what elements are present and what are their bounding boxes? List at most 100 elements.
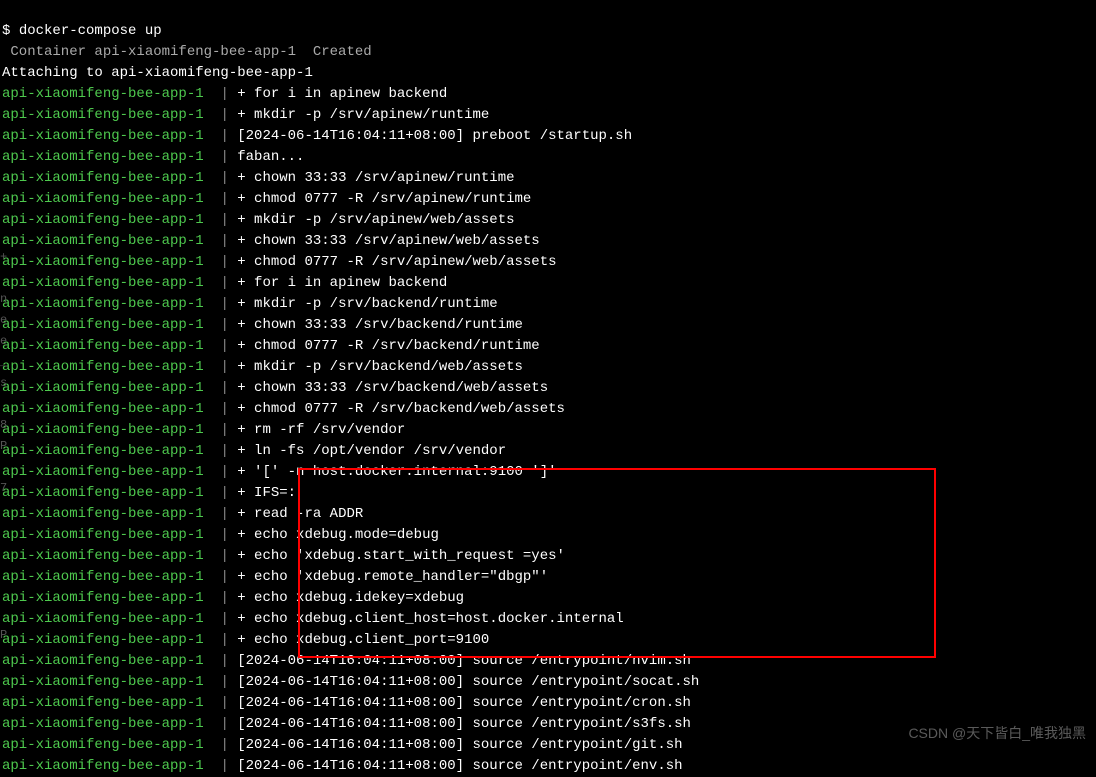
separator: | — [204, 107, 238, 123]
log-line: api-xiaomifeng-bee-app-1 | faban... — [2, 147, 1094, 168]
separator: | — [204, 317, 238, 333]
log-line: api-xiaomifeng-bee-app-1 | + for i in ap… — [2, 273, 1094, 294]
log-line: api-xiaomifeng-bee-app-1 | + chown 33:33… — [2, 378, 1094, 399]
separator: | — [204, 611, 238, 627]
log-content: + echo xdebug.client_port=9100 — [237, 632, 489, 648]
container-name-prefix: api-xiaomifeng-bee-app-1 — [2, 149, 204, 165]
separator: | — [204, 674, 238, 690]
terminal-output[interactable]: $ docker-compose up Container api-xiaomi… — [0, 0, 1096, 777]
separator: | — [204, 380, 238, 396]
sidebar-mark: _ — [0, 352, 7, 373]
container-name-prefix: api-xiaomifeng-bee-app-1 — [2, 107, 204, 123]
watermark: CSDN @天下皆白_唯我独黑 — [908, 723, 1086, 744]
log-line: api-xiaomifeng-bee-app-1 | + chown 33:33… — [2, 168, 1094, 189]
log-content: + chmod 0777 -R /srv/backend/runtime — [237, 338, 539, 354]
sidebar-mark: e — [0, 331, 7, 352]
separator: | — [204, 695, 238, 711]
sidebar-mark: n — [0, 289, 7, 310]
container-name-prefix: api-xiaomifeng-bee-app-1 — [2, 275, 204, 291]
log-line: api-xiaomifeng-bee-app-1 | + chown 33:33… — [2, 231, 1094, 252]
sidebar-mark: 8 — [0, 415, 7, 436]
log-content: [2024-06-14T16:04:11+08:00] source /entr… — [237, 716, 691, 732]
log-line: api-xiaomifeng-bee-app-1 | + echo 'xdebu… — [2, 546, 1094, 567]
log-content: faban... — [237, 149, 304, 165]
log-content: [2024-06-14T16:04:11+08:00] source /entr… — [237, 737, 682, 753]
log-line: api-xiaomifeng-bee-app-1 | + chmod 0777 … — [2, 252, 1094, 273]
log-line: api-xiaomifeng-bee-app-1 | + echo xdebug… — [2, 609, 1094, 630]
container-name-prefix: api-xiaomifeng-bee-app-1 — [2, 86, 204, 102]
sidebar-mark — [0, 499, 7, 520]
sidebar-mark — [0, 457, 7, 478]
log-line: api-xiaomifeng-bee-app-1 | + mkdir -p /s… — [2, 357, 1094, 378]
log-content: + echo xdebug.client_host=host.docker.in… — [237, 611, 623, 627]
log-content: + IFS=: — [237, 485, 296, 501]
container-name-prefix: api-xiaomifeng-bee-app-1 — [2, 401, 204, 417]
sidebar-mark — [0, 583, 7, 604]
separator: | — [204, 128, 238, 144]
log-content: + chown 33:33 /srv/backend/web/assets — [237, 380, 548, 396]
log-line: api-xiaomifeng-bee-app-1 | + chown 33:33… — [2, 315, 1094, 336]
log-line: api-xiaomifeng-bee-app-1 | + chmod 0777 … — [2, 399, 1094, 420]
log-content: + mkdir -p /srv/apinew/runtime — [237, 107, 489, 123]
log-content: + mkdir -p /srv/apinew/web/assets — [237, 212, 514, 228]
log-line: api-xiaomifeng-bee-app-1 | [2024-06-14T1… — [2, 756, 1094, 777]
log-line: api-xiaomifeng-bee-app-1 | + IFS=: — [2, 483, 1094, 504]
log-line: api-xiaomifeng-bee-app-1 | + echo 'xdebu… — [2, 567, 1094, 588]
separator: | — [204, 464, 238, 480]
log-line: api-xiaomifeng-bee-app-1 | + mkdir -p /s… — [2, 210, 1094, 231]
log-content: + chmod 0777 -R /srv/apinew/runtime — [237, 191, 531, 207]
container-name-prefix: api-xiaomifeng-bee-app-1 — [2, 464, 204, 480]
log-content: + '[' -n host.docker.internal:9100 ']' — [237, 464, 556, 480]
log-line: api-xiaomifeng-bee-app-1 | + ln -fs /opt… — [2, 441, 1094, 462]
log-content: + ln -fs /opt/vendor /srv/vendor — [237, 443, 506, 459]
separator: | — [204, 737, 238, 753]
log-content: + echo 'xdebug.start_with_request =yes' — [237, 548, 565, 564]
container-name-prefix: api-xiaomifeng-bee-app-1 — [2, 422, 204, 438]
sidebar-mark — [0, 394, 7, 415]
container-name-prefix: api-xiaomifeng-bee-app-1 — [2, 191, 204, 207]
container-name-prefix: api-xiaomifeng-bee-app-1 — [2, 569, 204, 585]
separator: | — [204, 338, 238, 354]
container-name-prefix: api-xiaomifeng-bee-app-1 — [2, 128, 204, 144]
sidebar-mark: 7 — [0, 478, 7, 499]
container-name-prefix: api-xiaomifeng-bee-app-1 — [2, 590, 204, 606]
separator: | — [204, 359, 238, 375]
separator: | — [204, 569, 238, 585]
log-content: + chmod 0777 -R /srv/apinew/web/assets — [237, 254, 556, 270]
separator: | — [204, 233, 238, 249]
log-content: + read -ra ADDR — [237, 506, 363, 522]
container-name-prefix: api-xiaomifeng-bee-app-1 — [2, 653, 204, 669]
container-name-prefix: api-xiaomifeng-bee-app-1 — [2, 485, 204, 501]
log-content: + chown 33:33 /srv/apinew/runtime — [237, 170, 514, 186]
separator: | — [204, 548, 238, 564]
container-name-prefix: api-xiaomifeng-bee-app-1 — [2, 527, 204, 543]
sidebar-mark: + — [0, 247, 7, 268]
separator: | — [204, 443, 238, 459]
log-line: api-xiaomifeng-bee-app-1 | + for i in ap… — [2, 84, 1094, 105]
sidebar-mark — [0, 562, 7, 583]
container-name-prefix: api-xiaomifeng-bee-app-1 — [2, 212, 204, 228]
container-name-prefix: api-xiaomifeng-bee-app-1 — [2, 443, 204, 459]
container-name-prefix: api-xiaomifeng-bee-app-1 — [2, 758, 204, 774]
log-content: + echo xdebug.idekey=xdebug — [237, 590, 464, 606]
log-content: [2024-06-14T16:04:11+08:00] source /entr… — [237, 653, 691, 669]
log-line: api-xiaomifeng-bee-app-1 | + read -ra AD… — [2, 504, 1094, 525]
container-name-prefix: api-xiaomifeng-bee-app-1 — [2, 338, 204, 354]
sidebar-mark: P — [0, 436, 7, 457]
log-content: [2024-06-14T16:04:11+08:00] source /entr… — [237, 695, 691, 711]
separator: | — [204, 212, 238, 228]
separator: | — [204, 422, 238, 438]
log-line: api-xiaomifeng-bee-app-1 | + echo xdebug… — [2, 525, 1094, 546]
log-line: api-xiaomifeng-bee-app-1 | [2024-06-14T1… — [2, 693, 1094, 714]
container-name-prefix: api-xiaomifeng-bee-app-1 — [2, 359, 204, 375]
log-content: [2024-06-14T16:04:11+08:00] preboot /sta… — [237, 128, 632, 144]
container-name-prefix: api-xiaomifeng-bee-app-1 — [2, 506, 204, 522]
separator: | — [204, 590, 238, 606]
log-line: api-xiaomifeng-bee-app-1 | [2024-06-14T1… — [2, 651, 1094, 672]
sidebar-mark — [0, 520, 7, 541]
log-line: api-xiaomifeng-bee-app-1 | [2024-06-14T1… — [2, 126, 1094, 147]
container-name-prefix: api-xiaomifeng-bee-app-1 — [2, 233, 204, 249]
separator: | — [204, 296, 238, 312]
separator: | — [204, 170, 238, 186]
log-content: [2024-06-14T16:04:11+08:00] source /entr… — [237, 674, 699, 690]
